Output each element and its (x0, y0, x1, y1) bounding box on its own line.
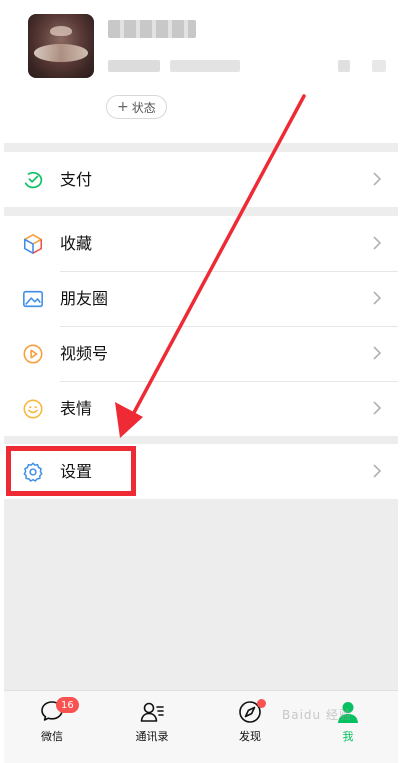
status-button-label: 状态 (131, 100, 156, 115)
menu-label-moments: 朋友圈 (60, 289, 109, 308)
annotation-highlight-box (6, 446, 136, 496)
blurred-chevron (372, 60, 386, 72)
menu-label-pay: 支付 (60, 170, 93, 189)
unread-badge: 16 (56, 697, 79, 713)
menu-item-stickers[interactable]: 表情 (4, 381, 398, 436)
features-group: 收藏 朋友圈 视频号 表情 (4, 216, 398, 436)
chevron-right-icon (373, 236, 382, 250)
blurred-nickname (108, 20, 196, 38)
profile-header[interactable]: + 状态 (4, 0, 398, 143)
tab-contacts[interactable]: 通讯录 (122, 699, 182, 744)
wechat-me-screen: + 状态 支付 收藏 朋友圈 视频号 表情 设置 16 微信 通讯录 发现 我 (4, 0, 398, 763)
favorites-cube-icon (23, 234, 43, 254)
tab-label-chats: 微信 (41, 730, 63, 743)
menu-item-favorites[interactable]: 收藏 (4, 216, 398, 271)
menu-item-channels[interactable]: 视频号 (4, 326, 398, 381)
chevron-right-icon (373, 346, 382, 360)
status-button[interactable]: + 状态 (106, 95, 167, 119)
chevron-right-icon (373, 464, 382, 478)
tab-label-discover: 发现 (239, 730, 261, 743)
tab-label-me: 我 (342, 730, 354, 743)
tab-discover[interactable]: 发现 (220, 699, 280, 744)
menu-label-favorites: 收藏 (60, 234, 93, 253)
notification-dot (257, 699, 266, 708)
avatar[interactable] (28, 14, 94, 78)
channels-play-icon (23, 344, 43, 364)
pay-group: 支付 (4, 152, 398, 207)
chevron-right-icon (373, 401, 382, 415)
contacts-icon (140, 702, 164, 722)
stickers-smile-icon (23, 399, 43, 419)
blurred-qr-icon (338, 60, 350, 72)
chevron-right-icon (373, 172, 382, 186)
menu-label-channels: 视频号 (60, 344, 109, 363)
bottom-tab-bar: 16 微信 通讯录 发现 我 (4, 690, 398, 763)
plus-icon: + (117, 99, 129, 115)
blurred-wechat-id-value (170, 60, 240, 72)
menu-label-stickers: 表情 (60, 399, 93, 418)
blurred-wechat-id (108, 60, 160, 72)
moments-image-icon (23, 290, 43, 308)
pay-icon (24, 171, 43, 189)
tab-chats[interactable]: 16 微信 (22, 697, 82, 744)
menu-item-pay[interactable]: 支付 (4, 152, 398, 207)
tab-label-contacts: 通讯录 (135, 730, 169, 743)
chevron-right-icon (373, 291, 382, 305)
menu-item-moments[interactable]: 朋友圈 (4, 271, 398, 326)
watermark-logo: Baidu 经验 (282, 708, 352, 722)
